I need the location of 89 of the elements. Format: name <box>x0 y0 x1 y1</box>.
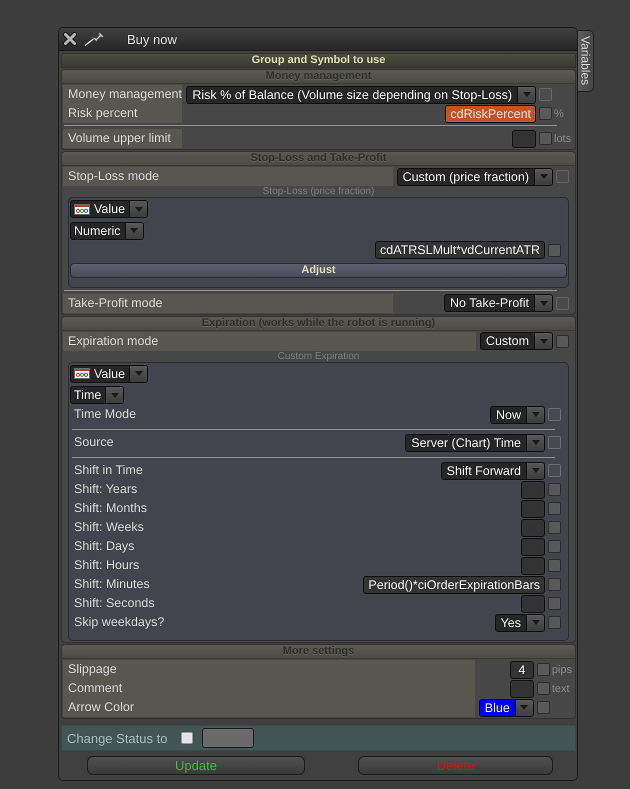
input-field[interactable] <box>521 594 545 612</box>
checkbox[interactable] <box>539 107 552 120</box>
close-icon[interactable] <box>63 32 77 46</box>
checkbox[interactable] <box>536 682 550 695</box>
circles-tile-icon <box>74 204 90 214</box>
field-label: Shift: Minutes <box>73 576 151 593</box>
unit-label: text <box>552 682 571 694</box>
input-field[interactable]: cdRiskPercent <box>445 104 536 122</box>
dropdown[interactable]: Custom (price fraction) <box>396 168 553 186</box>
unit-label: pips <box>552 664 573 676</box>
caret-icon <box>134 371 143 376</box>
checkbox[interactable] <box>539 132 552 145</box>
dropdown[interactable]: Server (Chart) Time <box>405 434 545 452</box>
input-field[interactable] <box>521 538 545 556</box>
field-label: Expiration mode <box>63 332 476 350</box>
group-header: Group and Symbol to use <box>61 53 576 68</box>
caret-icon <box>130 228 138 233</box>
input-field[interactable] <box>521 556 545 574</box>
field-label: Shift in Time <box>73 462 144 479</box>
caret-icon <box>540 300 548 306</box>
field-label: Time Mode <box>73 406 138 423</box>
checkbox[interactable] <box>181 732 194 744</box>
field-label: Source <box>73 434 115 451</box>
window-title: Buy now <box>127 32 177 46</box>
dropdown[interactable]: Value <box>70 364 148 382</box>
unit-label: % <box>554 108 565 120</box>
dropdown[interactable]: Custom <box>480 332 553 350</box>
checkbox[interactable] <box>548 559 561 572</box>
input-field[interactable]: Period()*ciOrderExpirationBars <box>363 576 545 594</box>
input-field[interactable] <box>510 680 534 698</box>
input-field[interactable]: 4 <box>510 660 534 678</box>
checkbox[interactable] <box>548 244 561 256</box>
field-label: Risk percent <box>63 104 182 123</box>
caret-icon <box>134 206 143 212</box>
caret-icon <box>520 705 528 710</box>
action-button[interactable]: Update <box>87 756 305 775</box>
dropdown[interactable]: Yes <box>494 614 545 632</box>
field-label: Arrow Color <box>63 698 475 717</box>
caret-icon <box>532 468 540 473</box>
field-label: Money management <box>63 85 182 104</box>
checkbox[interactable] <box>556 334 569 348</box>
field-label: Shift: Years <box>73 481 138 498</box>
status-label: Change Status to <box>67 730 168 746</box>
caret-icon <box>522 92 530 97</box>
dropdown[interactable]: Shift Forward <box>440 462 545 480</box>
dropdown[interactable]: Numeric <box>70 222 144 240</box>
field-label: Stop-Loss mode <box>63 167 393 186</box>
input-field[interactable] <box>521 480 545 498</box>
checkbox[interactable] <box>548 483 561 496</box>
field-label: Take-Profit mode <box>63 294 393 312</box>
field-label: Shift: Weeks <box>73 519 145 536</box>
checkbox[interactable] <box>548 616 561 629</box>
circles-tile-icon <box>74 368 90 379</box>
checkbox[interactable] <box>548 521 561 534</box>
input-field[interactable] <box>521 518 545 536</box>
dropdown[interactable]: Risk % of Balance (Volume size depending on Stop-Loss) <box>186 86 536 104</box>
dropdown[interactable]: Blue <box>478 698 534 716</box>
input-field[interactable] <box>202 728 254 748</box>
caret-icon <box>532 620 540 625</box>
side-tab[interactable]: Variables <box>578 30 594 92</box>
input-field[interactable]: cdATRSLMult*vdCurrentATR <box>375 241 545 259</box>
input-field[interactable] <box>512 130 536 148</box>
dropdown[interactable]: Time <box>70 386 124 404</box>
field-label: Shift: Months <box>73 500 148 517</box>
dropdown[interactable]: Now <box>490 406 545 424</box>
dropdown[interactable]: No Take-Profit <box>444 294 553 312</box>
checkbox[interactable] <box>548 540 561 553</box>
field-label: Comment <box>63 679 475 698</box>
dropdown[interactable]: Value <box>70 200 148 218</box>
caret-icon <box>110 392 119 398</box>
checkbox[interactable] <box>548 578 561 591</box>
caret-icon <box>540 174 548 179</box>
caret-icon <box>532 440 540 445</box>
input-field[interactable] <box>521 500 545 518</box>
field-label: Volume upper limit <box>63 129 182 148</box>
checkbox[interactable] <box>548 502 561 515</box>
caret-icon <box>540 338 548 344</box>
pushpin-icon[interactable] <box>84 32 106 46</box>
checkbox[interactable] <box>536 701 550 714</box>
caret-icon <box>532 412 540 417</box>
field-label: Shift: Hours <box>73 557 140 574</box>
field-label: Slippage <box>63 660 475 679</box>
checkbox[interactable] <box>548 597 561 610</box>
wide-button[interactable]: Adjust <box>70 262 567 278</box>
field-label: Shift: Seconds <box>73 595 156 612</box>
checkbox[interactable] <box>536 663 550 676</box>
field-label: Skip weekdays? <box>73 614 166 631</box>
field-label: Shift: Days <box>73 538 136 555</box>
unit-label: lots <box>554 132 572 144</box>
